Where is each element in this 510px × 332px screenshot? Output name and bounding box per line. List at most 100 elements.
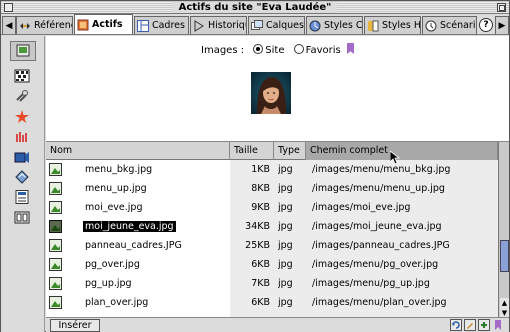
panel-tab-strip: ◀ Références Actifs Cadres Historique bbox=[1, 14, 510, 35]
tab-frames[interactable]: Cadres bbox=[133, 16, 189, 34]
row-path: /images/menu/menu_bkg.jpg bbox=[312, 164, 451, 175]
asset-list-table: Nom Taille Type Chemin complet menu_bkg.… bbox=[46, 141, 509, 318]
row-type: jpg bbox=[278, 297, 293, 308]
history-icon bbox=[193, 19, 205, 32]
asset-preview-pane: Images : Site Favoris bbox=[46, 36, 509, 141]
row-type: jpg bbox=[278, 202, 293, 213]
site-radio-label[interactable]: Site bbox=[265, 45, 284, 56]
table-row[interactable]: menu_up.jpg 8KB jpg /images/menu/menu_up… bbox=[46, 179, 498, 198]
tab-label: Scénario bbox=[439, 20, 476, 31]
table-row[interactable]: moi_eve.jpg 9KB jpg /images/moi_eve.jpg bbox=[46, 198, 498, 217]
row-name: pg_up.jpg bbox=[85, 278, 132, 289]
insert-button[interactable]: Insérer bbox=[50, 319, 100, 332]
tab-label: Calques bbox=[265, 20, 304, 31]
timeline-icon bbox=[425, 20, 437, 32]
asset-category-toolbar bbox=[1, 36, 45, 332]
row-type: jpg bbox=[278, 240, 293, 251]
row-name: moi_jeune_eva.jpg bbox=[83, 221, 176, 232]
row-path: /images/menu/pg_up.jpg bbox=[312, 278, 430, 289]
scrollbar-thumb[interactable] bbox=[500, 240, 509, 272]
row-name: moi_eve.jpg bbox=[85, 202, 143, 213]
movies-icon[interactable] bbox=[14, 149, 30, 165]
image-file-icon bbox=[49, 239, 62, 252]
html-styles-icon bbox=[367, 20, 379, 32]
row-type: jpg bbox=[278, 164, 293, 175]
tab-scroll-left-icon[interactable]: ◀ bbox=[2, 16, 16, 34]
row-size: 7KB bbox=[251, 278, 270, 289]
scripts-icon[interactable] bbox=[14, 169, 30, 185]
column-header-name[interactable]: Nom bbox=[46, 142, 230, 160]
table-row[interactable]: plan_over.jpg 6KB jpg /images/menu/plan_… bbox=[46, 293, 498, 312]
tab-label: Cadres bbox=[151, 20, 185, 31]
tab-label: Styles HTML bbox=[381, 20, 421, 31]
tab-label: Actifs bbox=[92, 19, 123, 30]
row-type: jpg bbox=[278, 259, 293, 270]
site-radio[interactable] bbox=[253, 44, 264, 54]
library-icon[interactable] bbox=[14, 209, 30, 225]
panel-bottom-bar: Insérer bbox=[46, 317, 509, 332]
tab-label: Historique bbox=[207, 20, 246, 31]
scroll-up-arrow-icon[interactable]: ▲ bbox=[500, 298, 509, 308]
row-type: jpg bbox=[278, 278, 293, 289]
column-header-type[interactable]: Type bbox=[274, 142, 306, 160]
colors-icon[interactable] bbox=[14, 68, 30, 84]
image-file-icon bbox=[49, 163, 62, 176]
edit-icon[interactable] bbox=[464, 319, 476, 331]
css-styles-icon bbox=[309, 20, 321, 32]
help-icon[interactable]: ? bbox=[479, 18, 494, 32]
tab-scroll-right-icon[interactable]: ▶ bbox=[495, 16, 510, 34]
images-icon[interactable] bbox=[10, 41, 36, 61]
row-name: menu_bkg.jpg bbox=[85, 164, 153, 175]
image-file-icon bbox=[49, 258, 62, 271]
row-name: plan_over.jpg bbox=[85, 297, 149, 308]
image-file-icon bbox=[49, 277, 62, 290]
refresh-icon[interactable] bbox=[450, 319, 462, 331]
row-size: 6KB bbox=[251, 297, 270, 308]
table-row[interactable]: menu_bkg.jpg 1KB jpg /images/menu/menu_b… bbox=[46, 160, 498, 179]
images-source-selector: Images : Site Favoris bbox=[46, 43, 509, 56]
add-to-favorites-icon[interactable] bbox=[478, 319, 490, 331]
tab-assets[interactable]: Actifs bbox=[74, 14, 133, 34]
tab-history[interactable]: Historique bbox=[189, 16, 247, 34]
assets-panel-window: Actifs du site "Eva Laudée" ◀ Références… bbox=[0, 0, 510, 332]
tab-css-styles[interactable]: Styles CSS bbox=[305, 16, 363, 34]
favorites-radio-label[interactable]: Favoris bbox=[306, 45, 341, 56]
row-name: pg_over.jpg bbox=[85, 259, 140, 270]
tab-html-styles[interactable]: Styles HTML bbox=[363, 16, 421, 34]
table-row[interactable]: pg_over.jpg 6KB jpg /images/menu/pg_over… bbox=[46, 255, 498, 274]
favorites-radio[interactable] bbox=[293, 44, 304, 54]
window-title: Actifs du site "Eva Laudée" bbox=[172, 2, 338, 13]
image-file-icon bbox=[49, 182, 62, 195]
row-path: /images/menu/menu_up.jpg bbox=[312, 183, 445, 194]
table-header: Nom Taille Type Chemin complet bbox=[46, 142, 498, 160]
templates-icon[interactable] bbox=[14, 189, 30, 205]
tab-timeline[interactable]: Scénario bbox=[421, 16, 478, 34]
row-path: /images/menu/pg_over.jpg bbox=[312, 259, 439, 270]
favorites-bookmark-icon[interactable] bbox=[492, 319, 504, 331]
flash-icon[interactable] bbox=[14, 109, 30, 125]
row-name: menu_up.jpg bbox=[85, 183, 147, 194]
row-name: panneau_cadres.JPG bbox=[85, 240, 182, 251]
shockwave-icon[interactable] bbox=[14, 129, 30, 145]
table-row[interactable]: pg_up.jpg 7KB jpg /images/menu/pg_up.jpg bbox=[46, 274, 498, 293]
tab-layers[interactable]: Calques bbox=[247, 16, 305, 34]
image-file-icon bbox=[49, 201, 62, 214]
title-bar[interactable]: Actifs du site "Eva Laudée" bbox=[1, 1, 509, 14]
image-preview-thumbnail bbox=[251, 72, 291, 114]
tab-references[interactable]: Références bbox=[16, 16, 73, 34]
vertical-scrollbar[interactable]: ▲ ▼ bbox=[498, 142, 509, 318]
table-row[interactable]: panneau_cadres.JPG 25KB jpg /images/pann… bbox=[46, 236, 498, 255]
row-path: /images/menu/plan_over.jpg bbox=[312, 297, 447, 308]
row-size: 8KB bbox=[251, 183, 270, 194]
table-row-selected[interactable]: moi_jeune_eva.jpg 34KB jpg /images/moi_j… bbox=[46, 217, 498, 236]
row-path: /images/panneau_cadres.JPG bbox=[312, 240, 450, 251]
column-header-full-path[interactable]: Chemin complet bbox=[306, 142, 498, 160]
image-file-icon bbox=[49, 220, 62, 233]
row-type: jpg bbox=[278, 183, 293, 194]
image-file-icon bbox=[49, 296, 62, 309]
favorites-bookmark-icon bbox=[346, 43, 354, 54]
row-size: 34KB bbox=[245, 221, 270, 232]
zoom-box-icon[interactable] bbox=[497, 3, 506, 12]
column-header-size[interactable]: Taille bbox=[230, 142, 274, 160]
urls-icon[interactable] bbox=[14, 88, 30, 104]
